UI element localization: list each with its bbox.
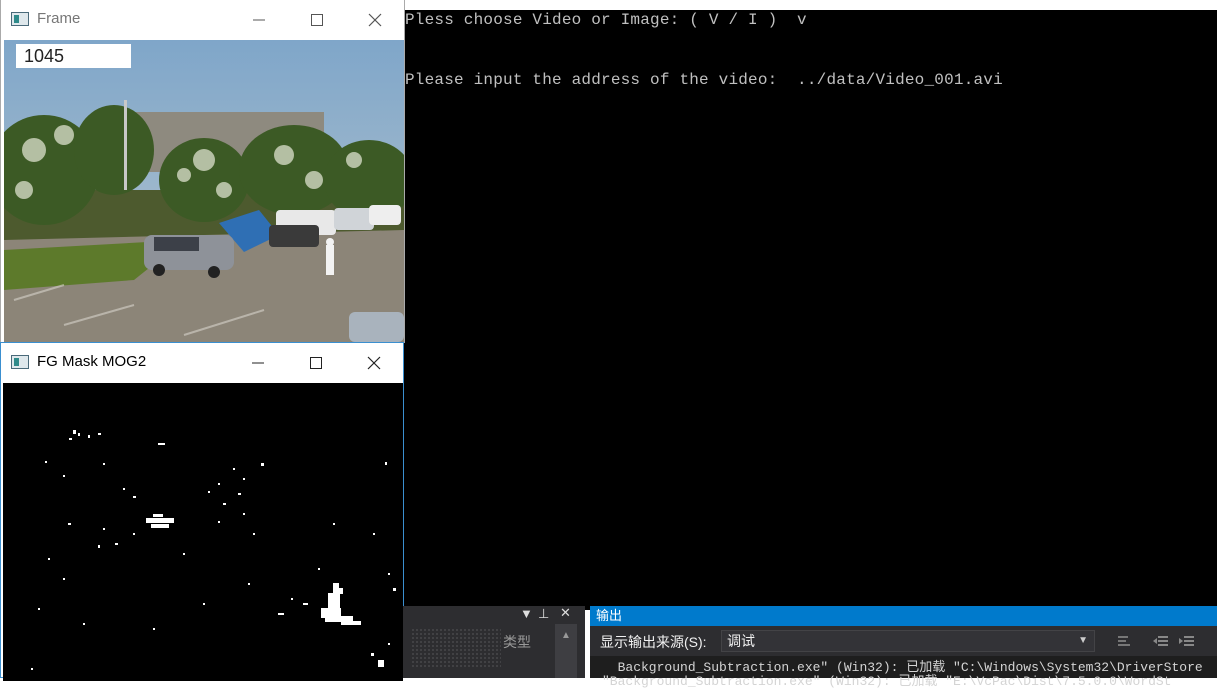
maximize-icon — [311, 14, 323, 26]
find-message-icon-glyph — [1118, 636, 1130, 646]
output-source-select[interactable]: 调试 ▼ — [721, 630, 1095, 652]
next-message-icon-glyph — [1179, 636, 1194, 646]
maximize-button[interactable] — [293, 348, 339, 378]
pin-icon[interactable]: ⊥ — [538, 606, 549, 622]
minimize-icon — [253, 19, 265, 21]
console-top-edge — [403, 0, 1217, 10]
console-prompt-line: Pless choose Video or Image: ( V / I ) v — [405, 11, 807, 29]
foreground-mask-pixels — [3, 383, 403, 681]
frame-titlebar[interactable]: Frame — [1, 0, 404, 40]
dropdown-arrow-icon[interactable]: ▼ — [520, 606, 533, 621]
next-message-icon[interactable] — [1179, 634, 1195, 648]
mask-titlebar[interactable]: FG Mask MOG2 — [1, 343, 403, 383]
scroll-up-icon[interactable]: ▲ — [561, 630, 571, 641]
close-icon — [368, 13, 382, 27]
minimize-icon — [252, 362, 264, 364]
frame-number-label: 1045 — [16, 44, 131, 68]
pane-grip — [411, 628, 501, 668]
vs-side-panel: ▼ ⊥ ✕ 类型 ▲ — [403, 605, 585, 678]
close-button[interactable] — [351, 348, 397, 378]
output-source-value: 调试 — [727, 633, 755, 649]
console-input-line: Please input the address of the video: .… — [405, 71, 1003, 89]
find-message-icon[interactable] — [1116, 634, 1132, 648]
close-button[interactable] — [352, 5, 398, 35]
previous-message-icon-glyph — [1153, 636, 1168, 646]
opencv-window-icon — [11, 355, 29, 369]
close-icon[interactable]: ✕ — [560, 605, 571, 621]
vs-side-panel-header: ▼ ⊥ ✕ — [403, 605, 585, 624]
minimize-button[interactable] — [236, 5, 282, 35]
vs-output-panel: 输出 显示输出来源(S): 调试 ▼ Background_Subtractio… — [590, 606, 1217, 689]
type-label: 类型 — [503, 634, 531, 650]
window-title: FG Mask MOG2 — [37, 353, 147, 370]
output-toolbar: 显示输出来源(S): 调试 ▼ — [590, 626, 1217, 656]
maximize-button[interactable] — [294, 5, 340, 35]
chevron-down-icon: ▼ — [1078, 635, 1088, 646]
previous-message-icon[interactable] — [1153, 634, 1169, 648]
frame-window[interactable]: Frame 1045 — [0, 0, 405, 343]
vertical-scrollbar[interactable]: ▲ — [555, 624, 577, 678]
minimize-button[interactable] — [235, 348, 281, 378]
parking-lot-scene — [4, 40, 404, 342]
maximize-icon — [310, 357, 322, 369]
output-line: "Background_Subtraction.exe" (Win32): 已加… — [602, 674, 1172, 689]
opencv-window-icon — [11, 12, 29, 26]
foreground-mask-image — [3, 383, 403, 681]
output-source-label: 显示输出来源(S): — [600, 634, 707, 650]
output-panel-header[interactable]: 输出 — [590, 606, 1217, 626]
window-title: Frame — [37, 10, 81, 27]
console-window: Pless choose Video or Image: ( V / I ) v… — [403, 0, 1217, 610]
video-frame: 1045 — [4, 40, 404, 342]
close-icon — [367, 356, 381, 370]
fg-mask-window[interactable]: FG Mask MOG2 — [0, 342, 404, 681]
